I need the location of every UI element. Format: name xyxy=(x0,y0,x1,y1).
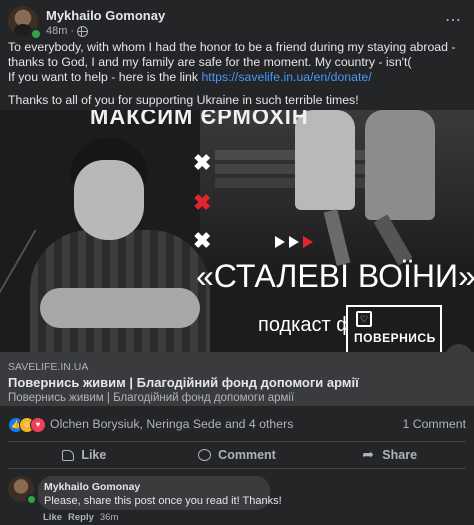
heart-icon: ♡ xyxy=(356,311,372,327)
comment-text: Please, share this post once you read it… xyxy=(44,495,282,507)
post-text: To everybody, with whom I had the honor … xyxy=(8,40,466,108)
divider xyxy=(8,468,466,469)
soldier-figure xyxy=(365,110,435,220)
carousel-arrow[interactable] xyxy=(445,344,473,352)
love-reaction-icon: ♥ xyxy=(30,417,46,433)
comment-icon xyxy=(198,449,212,461)
share-button[interactable]: Share xyxy=(313,442,466,468)
link-preview-box[interactable]: SAVELIFE.IN.UA Повернись живим | Благоді… xyxy=(0,352,474,406)
reactions-bar: 👍 ☺ ♥ Olchen Borysiuk, Neringa Sede and … xyxy=(8,416,466,434)
badge-text: ПОВЕРНИСЬ xyxy=(354,331,436,345)
link-description: Повернись живим | Благодійний фонд допом… xyxy=(8,392,295,404)
post-text-paragraph-2: Thanks to all of you for supporting Ukra… xyxy=(8,93,359,107)
donate-link[interactable]: https://savelife.in.ua/en/donate/ xyxy=(201,70,371,84)
play-arrows-icon xyxy=(275,236,313,248)
link-preview-image[interactable]: МАКСИМ ЄРМОХІН ✖ ✖ ✖ «СТАЛЕВІ ВОЇНИ» под… xyxy=(0,110,474,352)
banner-title: «СТАЛЕВІ ВОЇНИ» xyxy=(196,258,474,294)
comment-author[interactable]: Mykhailo Gomonay xyxy=(44,481,140,493)
reactors-list[interactable]: Olchen Borysiuk, Neringa Sede and 4 othe… xyxy=(50,417,293,431)
comment-button[interactable]: Comment xyxy=(161,442,314,468)
link-title[interactable]: Повернись живим | Благодійний фонд допом… xyxy=(8,375,359,390)
post-time[interactable]: 48m xyxy=(46,25,67,37)
globe-icon xyxy=(77,25,89,37)
banner-person-name: МАКСИМ ЄРМОХІН xyxy=(90,110,309,129)
comment-actions: Like Reply 36m xyxy=(43,512,118,523)
reaction-icons[interactable]: 👍 ☺ ♥ xyxy=(8,417,50,433)
post-text-paragraph-1: To everybody, with whom I had the honor … xyxy=(8,40,456,84)
comment-count[interactable]: 1 Comment xyxy=(402,417,466,431)
post-meta: 48m · xyxy=(46,25,89,37)
author-name[interactable]: Mykhailo Gomonay xyxy=(46,8,165,23)
post-card: Mykhailo Gomonay 48m · ⋯ To everybody, w… xyxy=(0,0,474,525)
more-options-icon[interactable]: ⋯ xyxy=(445,10,462,30)
comment-reply-link[interactable]: Reply xyxy=(68,512,94,523)
man-portrait xyxy=(30,138,210,352)
comment-like-link[interactable]: Like xyxy=(43,512,62,523)
link-domain: SAVELIFE.IN.UA xyxy=(8,361,89,373)
online-status-dot xyxy=(30,28,42,40)
foundation-badge: ♡ ПОВЕРНИСЬ xyxy=(346,305,442,352)
share-icon xyxy=(362,446,375,463)
post-actions: Like Comment Share xyxy=(8,442,466,468)
like-button[interactable]: Like xyxy=(8,442,161,468)
post-header: Mykhailo Gomonay 48m · ⋯ xyxy=(8,6,468,42)
thumbs-up-icon xyxy=(62,449,75,461)
comment-time[interactable]: 36m xyxy=(100,512,118,523)
comment-bubble: Mykhailo Gomonay Please, share this post… xyxy=(38,476,282,510)
online-status-dot xyxy=(26,494,37,505)
